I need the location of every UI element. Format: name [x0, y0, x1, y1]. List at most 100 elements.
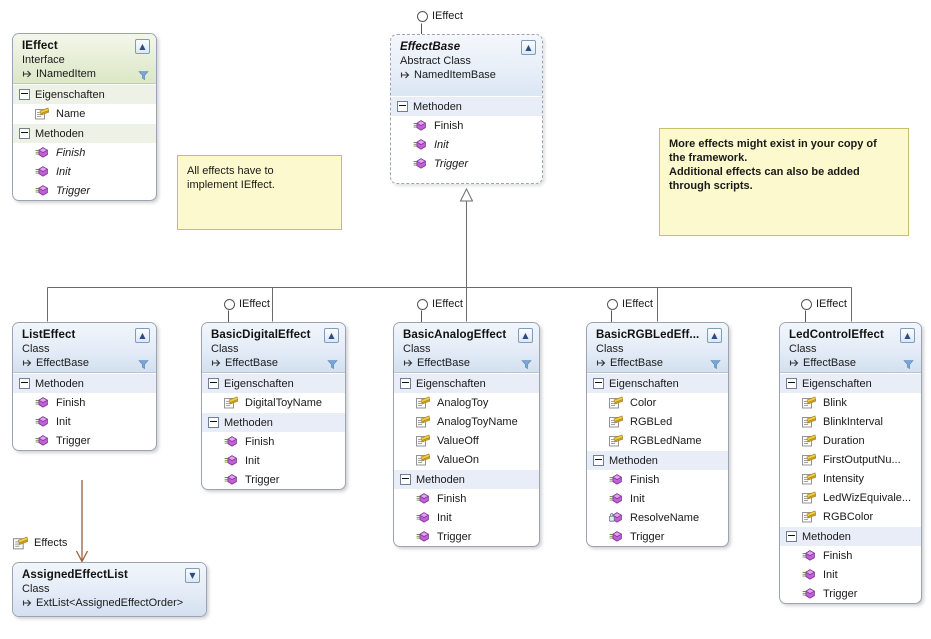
member-row[interactable]: Trigger [13, 431, 156, 450]
member-row[interactable]: FirstOutputNu... [780, 450, 921, 469]
member-row[interactable]: AnalogToy [394, 393, 539, 412]
collapse-chevron-up-icon[interactable]: ▲ [900, 328, 915, 343]
member-row[interactable]: Trigger [394, 527, 539, 546]
filter-funnel-icon[interactable] [710, 359, 721, 370]
member-row[interactable]: Finish [13, 143, 156, 162]
shape-basicdigitaleffect[interactable]: BasicDigitalEffect Class EffectBase ▲ Ei… [201, 322, 346, 490]
compartment-methods-ieffect[interactable]: Methoden [13, 123, 156, 143]
member-row[interactable]: Init [391, 135, 542, 154]
collapse-box-icon[interactable] [786, 378, 797, 389]
member-row[interactable]: Trigger [587, 527, 728, 546]
member-row[interactable]: RGBLed [587, 412, 728, 431]
compartment-properties-label: Eigenschaften [609, 377, 679, 390]
compartment-properties-basicanalogeffect[interactable]: Eigenschaften [394, 373, 539, 393]
collapse-box-icon[interactable] [400, 474, 411, 485]
shape-basicanalogeffect-title: BasicAnalogEffect [403, 329, 507, 341]
method-icon [224, 455, 238, 466]
collapse-box-icon[interactable] [208, 417, 219, 428]
member-row[interactable]: LedWizEquivale... [780, 488, 921, 507]
filter-funnel-icon[interactable] [903, 359, 914, 370]
shape-basicanalogeffect[interactable]: BasicAnalogEffect Class EffectBase ▲ Eig… [393, 322, 540, 547]
member-row[interactable]: Color [587, 393, 728, 412]
filter-funnel-icon[interactable] [138, 359, 149, 370]
compartment-methods-basicanalogeffect[interactable]: Methoden [394, 469, 539, 489]
shape-listeffect[interactable]: ListEffect Class EffectBase ▲ Methoden F… [12, 322, 157, 451]
member-row[interactable]: Init [202, 451, 345, 470]
member-row[interactable]: ValueOff [394, 431, 539, 450]
member-row[interactable]: AnalogToyName [394, 412, 539, 431]
expand-chevron-down-icon[interactable]: ▼ [185, 568, 200, 583]
shape-listeffect-title: ListEffect [22, 329, 76, 341]
filter-funnel-icon[interactable] [327, 359, 338, 370]
member-row[interactable]: Finish [780, 546, 921, 565]
lollipop-effectbase[interactable]: IEffect [417, 10, 463, 22]
shape-basicdigitaleffect-header: BasicDigitalEffect Class EffectBase ▲ [202, 323, 345, 373]
member-row[interactable]: RGBColor [780, 507, 921, 526]
collapse-chevron-up-icon[interactable]: ▲ [135, 328, 150, 343]
lollipop-basicdigitaleffect[interactable]: IEffect [224, 298, 270, 310]
member-row[interactable]: Blink [780, 393, 921, 412]
member-row[interactable]: BlinkInterval [780, 412, 921, 431]
compartment-methods-listeffect[interactable]: Methoden [13, 373, 156, 393]
collapse-chevron-up-icon[interactable]: ▲ [521, 40, 536, 55]
collapse-chevron-up-icon[interactable]: ▲ [518, 328, 533, 343]
shape-assignedeffectlist[interactable]: AssignedEffectList Class ExtList<Assigne… [12, 562, 207, 617]
collapse-chevron-up-icon[interactable]: ▲ [324, 328, 339, 343]
collapse-box-icon[interactable] [208, 378, 219, 389]
member-row[interactable]: Finish [587, 470, 728, 489]
member-row[interactable]: ValueOn [394, 450, 539, 469]
collapse-box-icon[interactable] [19, 89, 30, 100]
method-icon [413, 158, 427, 169]
member-row[interactable]: ResolveName [587, 508, 728, 527]
member-row[interactable]: Duration [780, 431, 921, 450]
member-label: Init [437, 511, 452, 524]
lollipop-basicanalogeffect[interactable]: IEffect [417, 298, 463, 310]
method-icon [35, 147, 49, 158]
collapse-chevron-up-icon[interactable]: ▲ [707, 328, 722, 343]
collapse-box-icon[interactable] [397, 101, 408, 112]
member-row[interactable]: Trigger [780, 584, 921, 603]
note-implement-ieffect[interactable]: All effects have to implement IEffect. [177, 155, 342, 230]
shape-ieffect[interactable]: IEffect Interface INamedItem ▲ Eigenscha… [12, 33, 157, 201]
member-row[interactable]: Init [13, 162, 156, 181]
lollipop-ledcontroleffect[interactable]: IEffect [801, 298, 847, 310]
shape-effectbase[interactable]: EffectBase Abstract Class NamedItemBase … [390, 34, 543, 184]
compartment-properties-ieffect[interactable]: Eigenschaften [13, 84, 156, 104]
filter-funnel-icon[interactable] [138, 70, 149, 81]
filter-funnel-icon[interactable] [521, 359, 532, 370]
collapse-chevron-up-icon[interactable]: ▲ [135, 39, 150, 54]
collapse-box-icon[interactable] [400, 378, 411, 389]
note-more-effects[interactable]: More effects might exist in your copy of… [659, 128, 909, 236]
member-row[interactable]: Finish [394, 489, 539, 508]
compartment-methods-ledcontroleffect[interactable]: Methoden [780, 526, 921, 546]
compartment-properties-ledcontroleffect[interactable]: Eigenschaften [780, 373, 921, 393]
shape-basicrgbledeffect[interactable]: BasicRGBLedEff... Class EffectBase ▲ Eig… [586, 322, 729, 547]
member-row[interactable]: Finish [202, 432, 345, 451]
member-row[interactable]: Finish [13, 393, 156, 412]
member-row[interactable]: Init [780, 565, 921, 584]
member-row[interactable]: Finish [391, 116, 542, 135]
shape-ledcontroleffect[interactable]: LedControlEffect Class EffectBase ▲ Eige… [779, 322, 922, 604]
member-row[interactable]: Init [587, 489, 728, 508]
lollipop-basicrgbledeffect[interactable]: IEffect [607, 298, 653, 310]
collapse-box-icon[interactable] [19, 378, 30, 389]
member-row[interactable]: Trigger [13, 181, 156, 200]
member-row[interactable]: Init [13, 412, 156, 431]
compartment-methods-basicdigitaleffect[interactable]: Methoden [202, 412, 345, 432]
note-line: More effects might exist in your copy of [669, 138, 877, 150]
collapse-box-icon[interactable] [19, 128, 30, 139]
collapse-box-icon[interactable] [593, 455, 604, 466]
collapse-box-icon[interactable] [593, 378, 604, 389]
member-row[interactable]: Trigger [202, 470, 345, 489]
compartment-properties-basicrgbledeffect[interactable]: Eigenschaften [587, 373, 728, 393]
member-row[interactable]: RGBLedName [587, 431, 728, 450]
compartment-methods-effectbase[interactable]: Methoden [391, 96, 542, 116]
member-row[interactable]: Name [13, 104, 156, 123]
member-row[interactable]: Trigger [391, 154, 542, 173]
member-row[interactable]: DigitalToyName [202, 393, 345, 412]
member-row[interactable]: Init [394, 508, 539, 527]
collapse-box-icon[interactable] [786, 531, 797, 542]
member-row[interactable]: Intensity [780, 469, 921, 488]
compartment-methods-basicrgbledeffect[interactable]: Methoden [587, 450, 728, 470]
compartment-properties-basicdigitaleffect[interactable]: Eigenschaften [202, 373, 345, 393]
